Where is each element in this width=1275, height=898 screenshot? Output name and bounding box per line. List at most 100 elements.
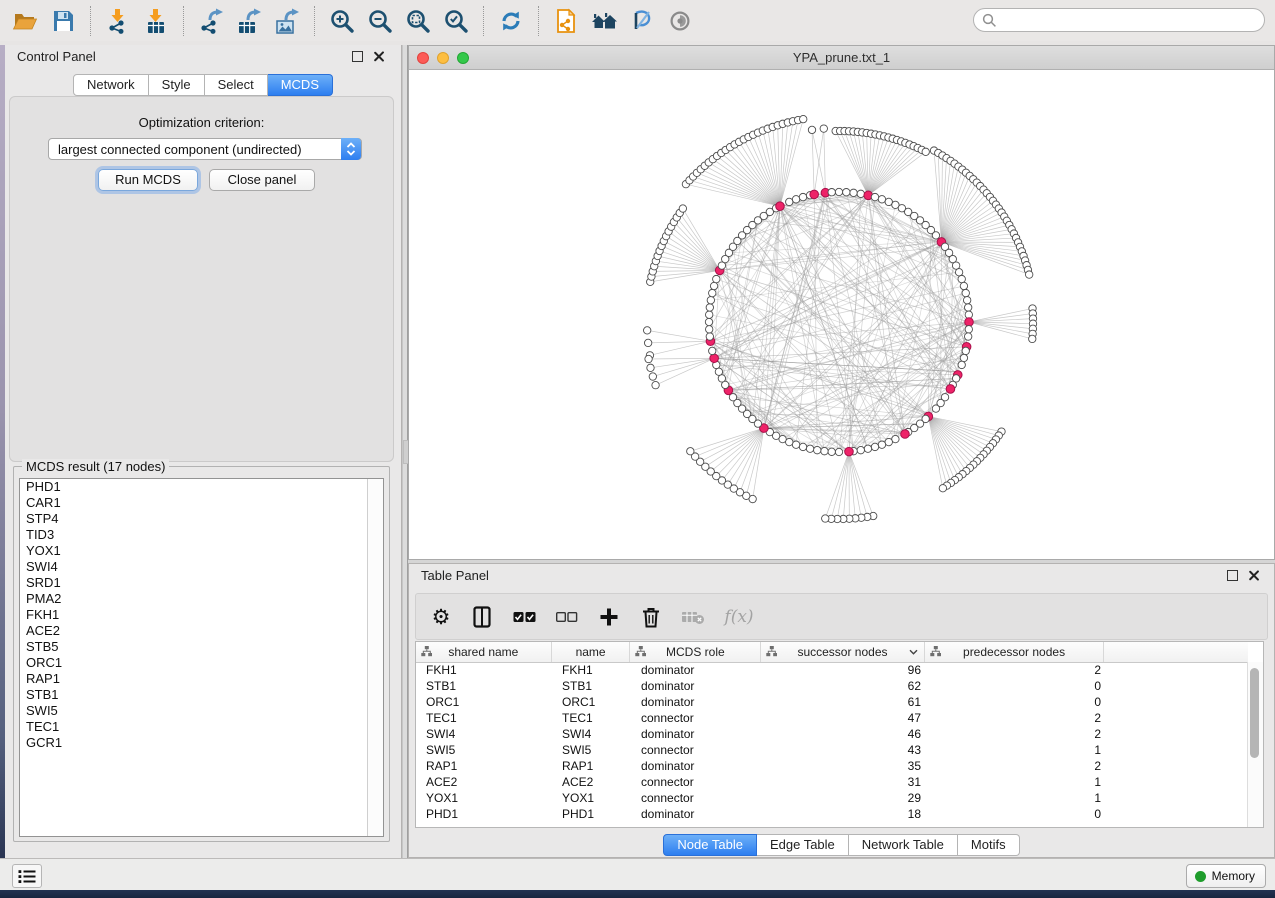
- graph-node[interactable]: [922, 148, 929, 155]
- show-icon[interactable]: [661, 5, 699, 37]
- table-row[interactable]: STB1STB1dominator620: [416, 678, 1248, 694]
- graph-node[interactable]: [715, 368, 722, 375]
- graph-node[interactable]: [939, 485, 946, 492]
- table-cell[interactable]: TEC1: [552, 710, 631, 726]
- table-cell[interactable]: 46: [762, 726, 926, 742]
- tab-motifs[interactable]: Motifs: [958, 834, 1020, 856]
- add-icon[interactable]: [596, 604, 622, 630]
- import-network-icon[interactable]: [99, 5, 137, 37]
- graph-node[interactable]: [958, 275, 965, 282]
- graph-node[interactable]: [962, 347, 969, 354]
- table-cell[interactable]: 0: [926, 806, 1106, 822]
- graph-node[interactable]: [709, 289, 716, 296]
- column-header-predecessor-nodes[interactable]: predecessor nodes: [925, 642, 1105, 662]
- graph-node-dominator[interactable]: [901, 430, 910, 439]
- hide-icon[interactable]: [623, 5, 661, 37]
- tab-network[interactable]: Network: [73, 74, 149, 96]
- graph-node[interactable]: [878, 196, 885, 203]
- graph-node[interactable]: [864, 445, 871, 452]
- table-row[interactable]: YOX1YOX1connector291: [416, 790, 1248, 806]
- table-cell[interactable]: SWI5: [416, 742, 552, 758]
- table-cell[interactable]: 1: [926, 790, 1106, 806]
- zoom-in-icon[interactable]: [323, 5, 361, 37]
- graph-node[interactable]: [792, 441, 799, 448]
- graph-node[interactable]: [964, 304, 971, 311]
- table-cell[interactable]: dominator: [631, 758, 762, 774]
- graph-node[interactable]: [710, 282, 717, 289]
- mcds-result-item[interactable]: GCR1: [20, 735, 383, 751]
- graph-node[interactable]: [707, 297, 714, 304]
- table-cell[interactable]: 62: [762, 678, 926, 694]
- delete-icon[interactable]: [638, 604, 664, 630]
- graph-node[interactable]: [963, 297, 970, 304]
- mcds-result-list[interactable]: PHD1CAR1STP4TID3YOX1SWI4SRD1PMA2FKH1ACE2…: [19, 478, 384, 837]
- home-icon[interactable]: [585, 5, 623, 37]
- graph-node-dominator[interactable]: [845, 447, 854, 456]
- table-cell[interactable]: connector: [631, 710, 762, 726]
- table-cell[interactable]: SWI5: [552, 742, 631, 758]
- function-icon[interactable]: f(x): [722, 604, 756, 630]
- graph-node[interactable]: [857, 190, 864, 197]
- table-cell[interactable]: FKH1: [552, 662, 631, 678]
- graph-node[interactable]: [843, 189, 850, 196]
- panel-list-button[interactable]: [12, 864, 42, 888]
- table-cell[interactable]: 0: [926, 678, 1106, 694]
- mcds-result-item[interactable]: YOX1: [20, 543, 383, 559]
- graph-node[interactable]: [808, 126, 815, 133]
- table-scrollbar[interactable]: [1247, 662, 1263, 827]
- graph-node[interactable]: [713, 275, 720, 282]
- table-cell[interactable]: ORC1: [416, 694, 552, 710]
- table-cell[interactable]: 0: [926, 694, 1106, 710]
- table-cell[interactable]: 2: [926, 662, 1106, 678]
- close-panel-button[interactable]: Close panel: [209, 169, 315, 191]
- float-window-icon[interactable]: [1227, 570, 1238, 581]
- table-cell[interactable]: STB1: [552, 678, 631, 694]
- zoom-out-icon[interactable]: [361, 5, 399, 37]
- tab-mcds[interactable]: MCDS: [268, 74, 333, 96]
- graph-node[interactable]: [871, 443, 878, 450]
- table-cell[interactable]: dominator: [631, 678, 762, 694]
- tab-select[interactable]: Select: [205, 74, 268, 96]
- tab-node-table[interactable]: Node Table: [663, 834, 757, 856]
- graph-node[interactable]: [857, 446, 864, 453]
- graph-node[interactable]: [955, 269, 962, 276]
- open-folder-icon[interactable]: [6, 5, 44, 37]
- mcds-result-item[interactable]: RAP1: [20, 671, 383, 687]
- graph-node[interactable]: [828, 448, 835, 455]
- graph-node[interactable]: [835, 448, 842, 455]
- select-all-icon[interactable]: [512, 604, 538, 630]
- graph-node-dominator[interactable]: [810, 190, 819, 199]
- run-mcds-button[interactable]: Run MCDS: [98, 169, 198, 191]
- table-row[interactable]: SWI4SWI4dominator462: [416, 726, 1248, 742]
- graph-node[interactable]: [932, 232, 939, 239]
- graph-node[interactable]: [644, 339, 651, 346]
- table-cell[interactable]: ACE2: [416, 774, 552, 790]
- table-cell[interactable]: TEC1: [416, 710, 552, 726]
- graph-node[interactable]: [706, 304, 713, 311]
- zoom-fit-icon[interactable]: [399, 5, 437, 37]
- mcds-result-item[interactable]: ORC1: [20, 655, 383, 671]
- graph-node[interactable]: [820, 125, 827, 132]
- table-cell[interactable]: connector: [631, 790, 762, 806]
- table-cell[interactable]: PHD1: [552, 806, 631, 822]
- graph-node[interactable]: [647, 364, 654, 371]
- table-cell[interactable]: 1: [926, 742, 1106, 758]
- tab-style[interactable]: Style: [149, 74, 205, 96]
- network-document-icon[interactable]: [547, 5, 585, 37]
- graph-node[interactable]: [806, 445, 813, 452]
- table-cell[interactable]: YOX1: [552, 790, 631, 806]
- graph-node[interactable]: [962, 289, 969, 296]
- memory-button[interactable]: Memory: [1186, 864, 1266, 888]
- table-cell[interactable]: dominator: [631, 662, 762, 678]
- table-cell[interactable]: PHD1: [416, 806, 552, 822]
- graph-node[interactable]: [885, 438, 892, 445]
- table-cell[interactable]: YOX1: [416, 790, 552, 806]
- graph-node[interactable]: [706, 326, 713, 333]
- deselect-all-icon[interactable]: [554, 604, 580, 630]
- table-cell[interactable]: ORC1: [552, 694, 631, 710]
- table-cell[interactable]: ACE2: [552, 774, 631, 790]
- column-header-MCDS-role[interactable]: MCDS role: [630, 642, 761, 662]
- graph-node[interactable]: [828, 189, 835, 196]
- columns-icon[interactable]: [470, 604, 496, 630]
- mcds-result-item[interactable]: SRD1: [20, 575, 383, 591]
